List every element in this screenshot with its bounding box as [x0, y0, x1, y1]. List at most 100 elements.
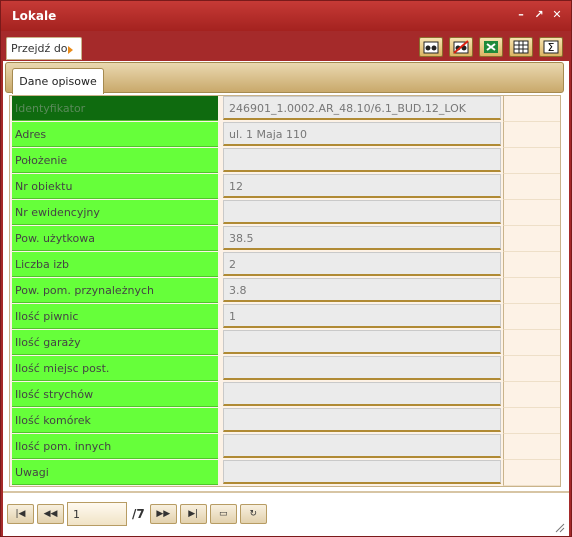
field-label: Identyfikator — [12, 96, 218, 121]
field-row: Ilość pom. innych — [10, 434, 562, 460]
field-extra-cell — [503, 304, 560, 330]
field-value[interactable] — [223, 356, 501, 380]
field-row: Ilość miejsc post. — [10, 356, 562, 382]
arrow-right-icon — [68, 46, 73, 54]
binoculars-icon — [423, 41, 439, 54]
toolbar: Przejdź do Σ — [3, 33, 569, 63]
page-input[interactable]: 1 — [67, 502, 127, 526]
field-label: Adres — [12, 122, 218, 147]
prev-page-icon: ◀◀ — [43, 509, 58, 519]
prev-page-button[interactable]: ◀◀ — [37, 504, 64, 524]
field-value[interactable]: 38.5 — [223, 226, 501, 250]
field-row: Adres ul. 1 Maja 110 — [10, 122, 562, 148]
field-row: Pow. użytkowa 38.5 — [10, 226, 562, 252]
field-label: Ilość komórek — [12, 408, 218, 433]
field-label: Ilość miejsc post. — [12, 356, 218, 381]
field-row: Uwagi — [10, 460, 562, 486]
field-extra-cell — [503, 330, 560, 356]
page-total: /7 — [132, 507, 145, 521]
field-label: Pow. pom. przynależnych — [12, 278, 218, 303]
table-button[interactable] — [509, 37, 533, 57]
field-value[interactable]: 3.8 — [223, 278, 501, 302]
first-page-icon: |◀ — [15, 509, 26, 519]
goto-label: Przejdź do — [11, 42, 68, 55]
field-row: Ilość garaży — [10, 330, 562, 356]
field-value[interactable] — [223, 460, 501, 484]
clear-filter-button[interactable] — [449, 37, 473, 57]
field-extra-cell — [503, 200, 560, 226]
minimize-icon[interactable]: – — [515, 9, 527, 21]
resize-grip-icon[interactable] — [555, 523, 565, 533]
field-value[interactable] — [223, 382, 501, 406]
field-extra-cell — [503, 434, 560, 460]
field-label: Nr ewidencyjny — [12, 200, 218, 225]
last-page-button[interactable]: ▶| — [179, 504, 207, 524]
field-extra-cell — [503, 382, 560, 408]
excel-button[interactable] — [479, 37, 503, 57]
binoculars-button[interactable] — [419, 37, 443, 57]
window-title: Lokale — [12, 9, 57, 23]
field-value[interactable] — [223, 200, 501, 224]
refresh-icon: ↻ — [249, 509, 257, 519]
first-page-button[interactable]: |◀ — [7, 504, 34, 524]
field-label: Uwagi — [12, 460, 218, 485]
sigma-icon: Σ — [543, 40, 559, 54]
no-binoculars-icon — [453, 40, 469, 54]
field-label: Ilość piwnic — [12, 304, 218, 329]
close-icon[interactable]: ✕ — [551, 9, 563, 21]
field-extra-cell — [503, 148, 560, 174]
title-bar: Lokale – ↗ ✕ — [1, 1, 571, 31]
goto-button[interactable]: Przejdź do — [6, 37, 82, 60]
field-value[interactable]: ul. 1 Maja 110 — [223, 122, 501, 146]
field-row: Identyfikator 246901_1.0002.AR_48.10/6.1_… — [10, 96, 562, 122]
field-row: Ilość komórek — [10, 408, 562, 434]
open-folder-button[interactable]: ▭ — [209, 504, 237, 524]
field-extra-cell — [503, 174, 560, 200]
field-extra-cell — [503, 278, 560, 304]
field-row: Ilość piwnic 1 — [10, 304, 562, 330]
field-value[interactable] — [223, 148, 501, 172]
field-extra-cell — [503, 252, 560, 278]
field-label: Liczba izb — [12, 252, 218, 277]
attributes-grid: Identyfikator 246901_1.0002.AR_48.10/6.1_… — [9, 95, 561, 487]
folder-icon: ▭ — [218, 509, 228, 519]
field-value[interactable] — [223, 330, 501, 354]
field-value[interactable]: 1 — [223, 304, 501, 328]
tab-strip: Dane opisowe — [5, 62, 564, 94]
field-value[interactable]: 12 — [223, 174, 501, 198]
field-extra-cell — [503, 226, 560, 252]
pager-bar: |◀ ◀◀ 1 /7 ▶▶ ▶| ▭ ↻ — [3, 491, 569, 536]
field-value[interactable]: 246901_1.0002.AR_48.10/6.1_BUD.12_LOK — [223, 96, 501, 120]
content-panel: Dane opisowe Identyfikator 246901_1.0002.… — [3, 61, 569, 491]
field-extra-cell — [503, 460, 560, 486]
field-value[interactable] — [223, 434, 501, 458]
field-label: Pow. użytkowa — [12, 226, 218, 251]
refresh-button[interactable]: ↻ — [239, 504, 267, 524]
excel-icon — [484, 41, 498, 53]
field-row: Ilość strychów — [10, 382, 562, 408]
field-extra-cell — [503, 356, 560, 382]
popout-icon[interactable]: ↗ — [533, 9, 545, 21]
field-label: Ilość strychów — [12, 382, 218, 407]
lokale-window: Lokale – ↗ ✕ Przejdź do Σ Dane opisowe I… — [0, 0, 572, 537]
field-extra-cell — [503, 96, 560, 122]
field-row: Nr ewidencyjny — [10, 200, 562, 226]
field-label: Nr obiektu — [12, 174, 218, 199]
field-row: Położenie — [10, 148, 562, 174]
field-row: Nr obiektu 12 — [10, 174, 562, 200]
field-value[interactable] — [223, 408, 501, 432]
field-extra-cell — [503, 408, 560, 434]
table-icon — [513, 40, 529, 54]
field-row: Liczba izb 2 — [10, 252, 562, 278]
next-page-button[interactable]: ▶▶ — [149, 504, 177, 524]
field-value[interactable]: 2 — [223, 252, 501, 276]
field-extra-cell — [503, 122, 560, 148]
field-label: Ilość pom. innych — [12, 434, 218, 459]
tab-dane-opisowe[interactable]: Dane opisowe — [12, 68, 104, 94]
field-label: Ilość garaży — [12, 330, 218, 355]
field-label: Położenie — [12, 148, 218, 173]
field-row: Pow. pom. przynależnych 3.8 — [10, 278, 562, 304]
next-page-icon: ▶▶ — [156, 509, 171, 519]
sum-button[interactable]: Σ — [539, 37, 563, 57]
svg-text:Σ: Σ — [548, 41, 555, 54]
